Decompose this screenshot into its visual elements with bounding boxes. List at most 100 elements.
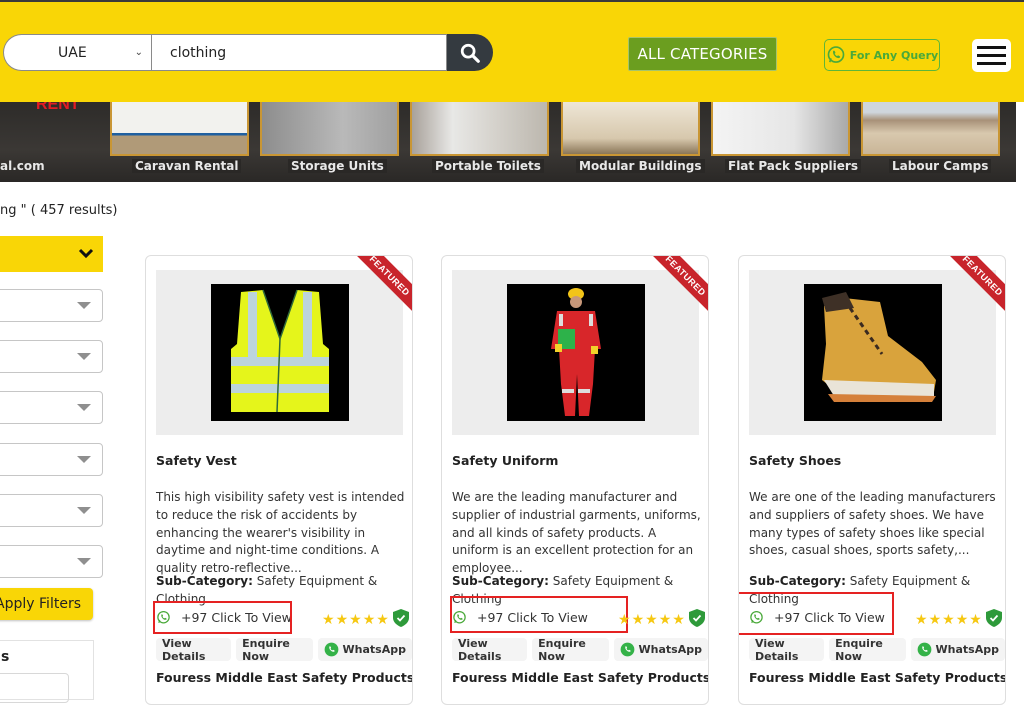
listing-card: FEATURED Safety Vest This high visibilit… <box>145 255 413 705</box>
featured-badge: FEATURED <box>357 256 412 311</box>
enquire-now-button[interactable]: Enquire Now <box>532 637 609 663</box>
banner-image-flatpack <box>711 102 850 156</box>
star-icon: ★ <box>631 612 645 628</box>
whatsapp-button[interactable]: WhatsApp <box>910 638 1005 661</box>
sidebar-box: s <box>0 640 94 703</box>
listing-actions: View Details Enquire Now WhatsApp <box>156 636 412 663</box>
view-details-button[interactable]: View Details <box>156 636 232 663</box>
star-icon: ★ <box>349 612 362 628</box>
promo-banner[interactable]: RENT al.com Caravan Rental Storage Units… <box>0 102 1016 182</box>
banner-rent-text: RENT <box>36 102 80 113</box>
view-details-label: View Details <box>162 636 206 663</box>
banner-caption: Flat Pack Suppliers <box>725 159 861 173</box>
whatsapp-icon <box>324 642 338 657</box>
sidebar-box-heading: s <box>1 649 10 665</box>
verified-badge <box>392 609 409 631</box>
enquire-now-button[interactable]: Enquire Now <box>829 637 906 663</box>
star-icon: ★ <box>658 612 672 628</box>
star-icon: ★ <box>915 612 928 628</box>
rating-stars: ★ ★ ★ ★ ★ <box>915 609 1002 631</box>
banner-caption: Caravan Rental <box>132 159 242 173</box>
featured-badge-label: FEATURED <box>653 256 708 311</box>
company-name-link[interactable]: Fouress Middle East Safety Products ... <box>452 670 708 685</box>
search-input[interactable]: clothing <box>151 34 447 71</box>
whatsapp-button[interactable]: WhatsApp <box>317 638 412 661</box>
search-bar: UAE ⌄ clothing <box>3 34 493 71</box>
chevron-down-icon: ⌄ <box>134 47 143 58</box>
verified-badge <box>985 609 1002 631</box>
product-image <box>211 284 349 421</box>
star-icon: ★ <box>376 612 389 628</box>
company-name-link[interactable]: Fouress Middle East Safety Products ... <box>749 670 1005 685</box>
verified-shield-icon <box>392 609 409 627</box>
site-header: UAE ⌄ clothing ALL CATEGORIES For Any Qu… <box>0 2 1024 102</box>
view-details-button[interactable]: View Details <box>452 636 528 663</box>
star-icon: ★ <box>335 612 349 628</box>
star-icon: ★ <box>928 612 942 628</box>
verified-shield-icon <box>985 609 1002 627</box>
highlight-box <box>739 592 894 635</box>
hamburger-icon-line <box>977 54 1006 57</box>
chevron-down-icon <box>78 248 94 259</box>
subcategory-label: Sub-Category: <box>156 574 253 588</box>
filter-select-2[interactable] <box>0 340 103 373</box>
enquire-now-label: Enquire Now <box>242 636 290 663</box>
banner-caption: Modular Buildings <box>576 159 705 173</box>
apply-filters-button[interactable]: Apply Filters <box>0 588 93 620</box>
listing-card: FEATURED Safety Uniform We are the leadi… <box>441 255 709 705</box>
product-image-uniform <box>507 284 645 421</box>
featured-badge: FEATURED <box>653 256 708 311</box>
star-icon: ★ <box>969 612 982 628</box>
listing-title[interactable]: Safety Uniform <box>452 453 558 468</box>
filter-select-6[interactable] <box>0 545 103 578</box>
product-image-vest <box>211 284 349 421</box>
company-name-link[interactable]: Fouress Middle East Safety Products ... <box>156 670 412 685</box>
product-image <box>507 284 645 421</box>
banner-image-modular <box>561 102 700 156</box>
featured-badge: FEATURED <box>950 256 1005 311</box>
banner-image-caravan <box>110 102 249 156</box>
dropdown-arrow-icon <box>77 302 91 309</box>
whatsapp-button[interactable]: WhatsApp <box>613 638 708 661</box>
results-count: ng " ( 457 results) <box>0 203 118 218</box>
highlight-box <box>450 596 628 633</box>
listing-title[interactable]: Safety Vest <box>156 453 237 468</box>
hamburger-icon <box>977 46 1006 49</box>
search-button[interactable] <box>447 34 493 71</box>
filter-select-4[interactable] <box>0 443 103 476</box>
listing-description: We are one of the leading manufacturers … <box>749 490 996 558</box>
whatsapp-icon <box>827 46 845 63</box>
star-icon: ★ <box>672 612 685 628</box>
listing-actions: View Details Enquire Now WhatsApp <box>452 636 708 663</box>
product-image <box>804 284 942 421</box>
for-any-query-button[interactable]: For Any Query <box>824 39 940 71</box>
banner-url-text: al.com <box>0 159 45 173</box>
view-details-label: View Details <box>458 636 502 663</box>
listing-description: This high visibility safety vest is inte… <box>156 490 405 576</box>
listing-card: FEATURED Safety Shoes We are one of the … <box>738 255 1006 705</box>
banner-caption: Storage Units <box>288 159 387 173</box>
filter-header-toggle[interactable] <box>0 236 103 272</box>
star-icon: ★ <box>942 612 955 628</box>
featured-badge-label: FEATURED <box>950 256 1005 311</box>
verified-badge <box>688 609 705 631</box>
country-select[interactable]: UAE ⌄ <box>3 34 151 71</box>
highlight-box <box>153 601 292 634</box>
listing-title[interactable]: Safety Shoes <box>749 453 841 468</box>
filter-select-3[interactable] <box>0 391 103 424</box>
rating-stars: ★ ★ ★ ★ ★ <box>618 609 705 631</box>
whatsapp-label: WhatsApp <box>342 643 406 656</box>
all-categories-button[interactable]: ALL CATEGORIES <box>628 37 777 71</box>
filter-select-1[interactable] <box>0 289 103 322</box>
verified-shield-icon <box>688 609 705 627</box>
featured-badge-label: FEATURED <box>357 256 412 311</box>
enquire-now-button[interactable]: Enquire Now <box>236 636 313 663</box>
dropdown-arrow-icon <box>77 353 91 360</box>
sidebar-box-input[interactable] <box>0 673 69 703</box>
whatsapp-label: WhatsApp <box>638 643 702 656</box>
hamburger-menu-button[interactable] <box>972 39 1011 72</box>
hamburger-icon-line <box>977 62 1006 65</box>
filter-select-5[interactable] <box>0 494 103 527</box>
view-details-button[interactable]: View Details <box>749 637 825 663</box>
banner-caption: Portable Toilets <box>432 159 544 173</box>
